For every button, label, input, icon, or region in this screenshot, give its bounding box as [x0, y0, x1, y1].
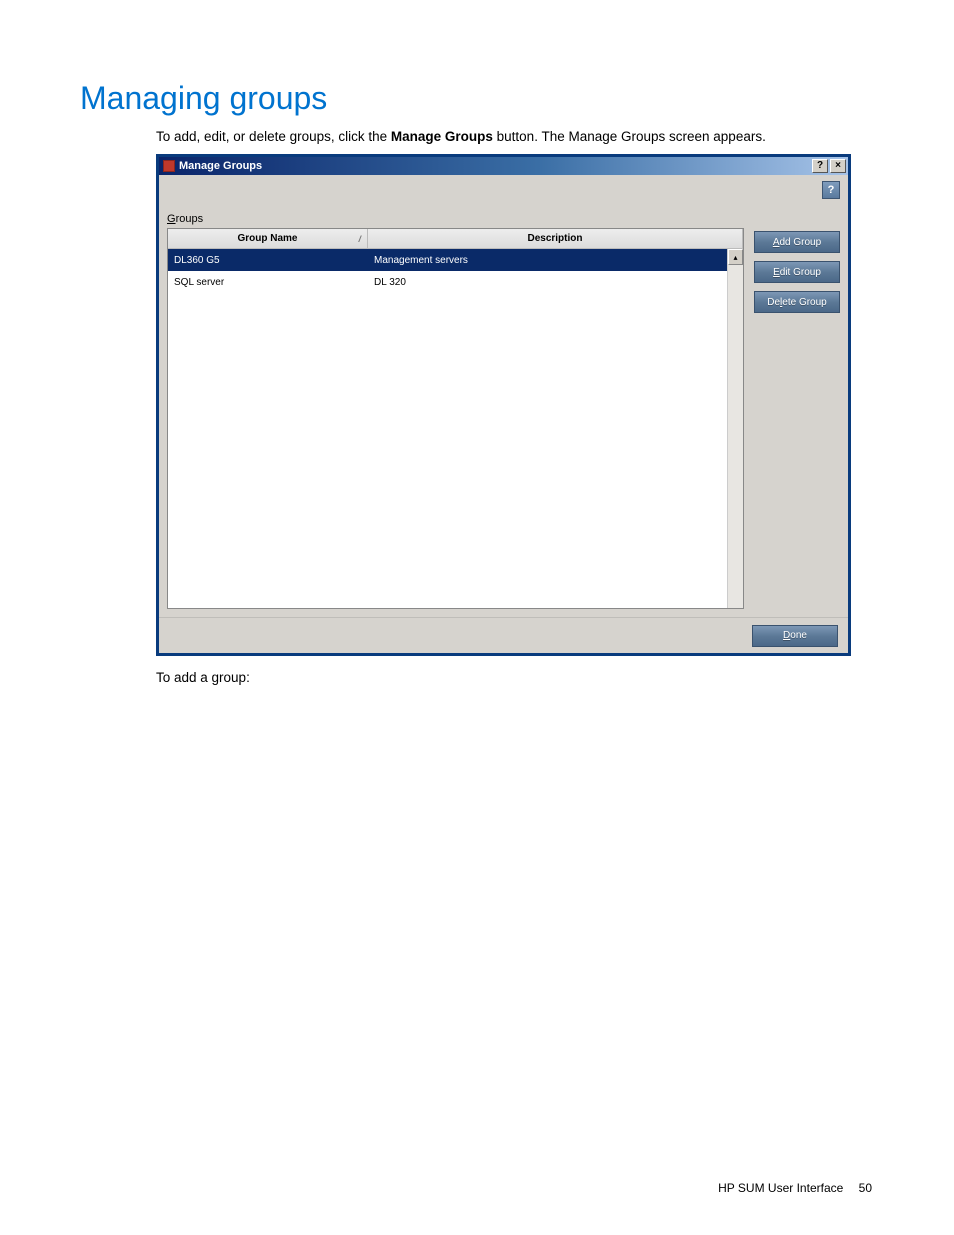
screenshot-figure: Manage Groups ? × ? Groups Group N: [156, 154, 874, 656]
page-heading: Managing groups: [80, 80, 874, 117]
body-help-button[interactable]: ?: [822, 181, 840, 199]
delete-group-button[interactable]: Delete Group: [754, 291, 840, 313]
col-group-name[interactable]: Group Name /: [168, 229, 368, 248]
dialog-title: Manage Groups: [179, 160, 262, 172]
sidebar-buttons: Add Group Edit Group Delete Group: [754, 213, 840, 609]
edit-group-button[interactable]: Edit Group: [754, 261, 840, 283]
intro-prefix: To add, edit, or delete groups, click th…: [156, 129, 391, 144]
sort-indicator-icon: /: [358, 234, 361, 244]
intro-suffix: button. The Manage Groups screen appears…: [493, 129, 766, 144]
cell-group-name: DL360 G5: [168, 255, 368, 266]
dialog-body: ? Groups Group Name / Description: [159, 175, 848, 617]
groups-label: Groups: [167, 213, 744, 225]
dialog-titlebar: Manage Groups ? ×: [159, 157, 848, 175]
table-row[interactable]: SQL server DL 320: [168, 271, 727, 293]
page-footer: HP SUM User Interface 50: [718, 1181, 872, 1195]
intro-bold: Manage Groups: [391, 129, 493, 144]
post-text: To add a group:: [156, 670, 874, 685]
titlebar-help-button[interactable]: ?: [812, 159, 828, 173]
table-row[interactable]: DL360 G5 Management servers: [168, 249, 727, 271]
cell-group-name: SQL server: [168, 277, 368, 288]
manage-groups-dialog: Manage Groups ? × ? Groups Group N: [156, 154, 851, 656]
titlebar-close-button[interactable]: ×: [830, 159, 846, 173]
col-description[interactable]: Description: [368, 229, 743, 248]
table-header: Group Name / Description: [168, 229, 743, 249]
footer-label: HP SUM User Interface: [718, 1181, 843, 1195]
scroll-up-arrow-icon[interactable]: ▴: [728, 249, 743, 265]
app-icon: [163, 160, 175, 172]
page-number: 50: [859, 1181, 872, 1195]
done-button[interactable]: Done: [752, 625, 838, 647]
groups-table: Group Name / Description DL: [167, 228, 744, 609]
intro-text: To add, edit, or delete groups, click th…: [156, 129, 874, 144]
cell-description: Management servers: [368, 255, 727, 266]
add-group-button[interactable]: Add Group: [754, 231, 840, 253]
dialog-footer: Done: [159, 617, 848, 653]
cell-description: DL 320: [368, 277, 727, 288]
vertical-scrollbar[interactable]: ▴: [727, 249, 743, 608]
